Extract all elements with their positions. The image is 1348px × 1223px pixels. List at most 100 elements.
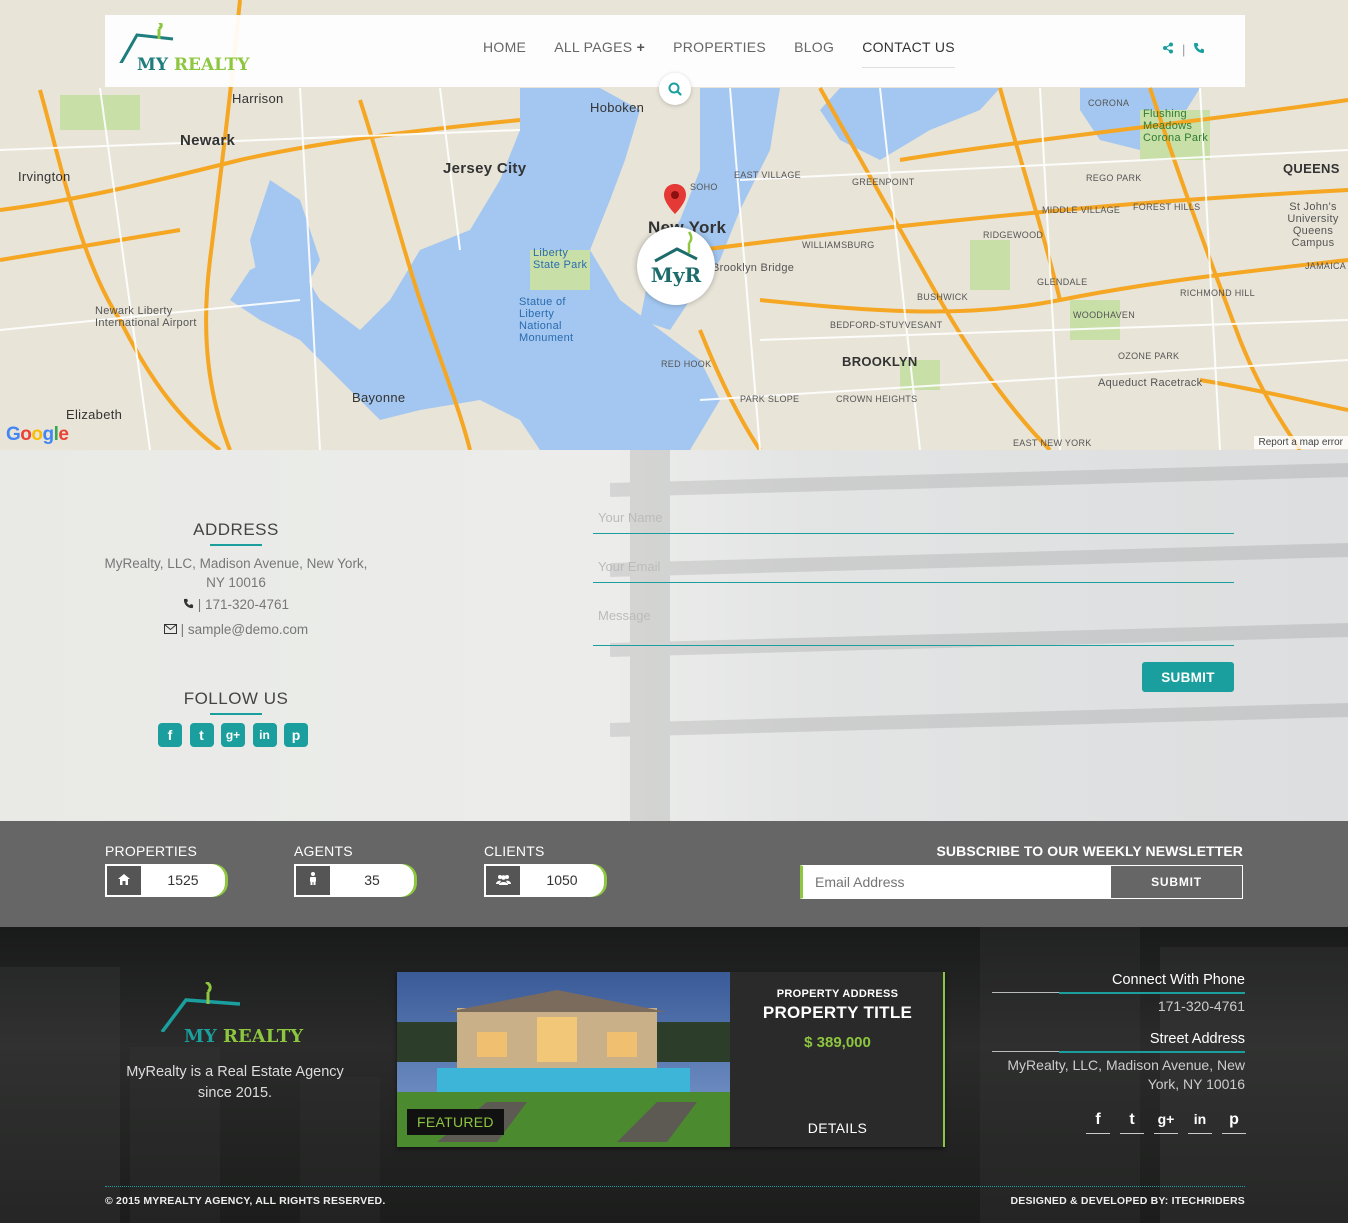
map-label-red-hook: RED HOOK [661, 359, 712, 369]
footer-divider [105, 1186, 1245, 1187]
nav-properties[interactable]: PROPERTIES [673, 39, 766, 68]
street-address-title: Street Address [992, 1031, 1245, 1053]
nav-blog[interactable]: BLOG [794, 39, 834, 68]
map-label-queens: QUEENS [1283, 161, 1340, 176]
share-icon[interactable] [1162, 42, 1174, 54]
map-label-soho: SOHO [690, 182, 718, 192]
map-label-statue: Statue of Liberty National Monument [519, 296, 574, 344]
stat-value: 35 [364, 872, 380, 888]
featured-property-card[interactable]: FEATURED PROPERTY ADDRESS PROPERTY TITLE… [397, 972, 945, 1147]
map-marker-icon[interactable] [664, 184, 686, 214]
user-icon [296, 866, 330, 895]
newsletter-title: SUBSCRIBE TO OUR WEEKLY NEWSLETTER [936, 843, 1243, 859]
footer-description: MyRealty is a Real Estate Agency since 2… [126, 1064, 344, 1101]
map-brand-badge[interactable]: MyR [637, 227, 715, 305]
facebook-icon[interactable]: f [1086, 1111, 1110, 1134]
developer-credit[interactable]: DESIGNED & DEVELOPED BY: ITECHRIDERS [1010, 1195, 1245, 1207]
map-label-bushwick: BUSHWICK [917, 292, 968, 302]
contact-phone-text: | 171-320-4761 [197, 597, 290, 612]
stat-box: 35 [294, 864, 414, 897]
pinterest-icon[interactable]: p [284, 723, 308, 747]
twitter-icon[interactable]: t [189, 723, 214, 747]
address-title: ADDRESS [116, 520, 356, 546]
map-label-ridgewood: RIDGEWOOD [983, 230, 1044, 240]
twitter-icon[interactable]: t [1120, 1111, 1144, 1134]
pinterest-icon[interactable]: p [1222, 1111, 1246, 1134]
map-label-hoboken: Hoboken [590, 100, 645, 115]
newsletter-submit-button[interactable]: SUBMIT [1111, 866, 1242, 898]
map-label-jamaica: JAMAICA [1305, 261, 1347, 271]
contact-section: ADDRESS MyRealty, LLC, Madison Avenue, N… [0, 450, 1348, 821]
map-label-harrison: Harrison [232, 91, 284, 106]
footer-phone: 171-320-4761 [1157, 998, 1245, 1014]
footer-street: MyRealty, LLC, Madison Avenue, New York,… [1007, 1057, 1245, 1092]
stat-agents: AGENTS 35 [294, 843, 414, 897]
footer-logo[interactable]: MY REALTY [160, 982, 310, 1052]
copyright: © 2015 MYREALTY AGENCY, ALL RIGHTS RESER… [105, 1195, 386, 1207]
stat-properties: PROPERTIES 1525 [105, 843, 225, 897]
property-price: $ 389,000 [804, 1034, 871, 1051]
map-label-richmond-hill: RICHMOND HILL [1180, 288, 1255, 298]
message-field[interactable]: Message [593, 608, 1234, 646]
nav-home[interactable]: HOME [483, 39, 526, 68]
map-label-middle-village: MIDDLE VILLAGE [1042, 205, 1121, 215]
map-label-east-new-york: EAST NEW YORK [1013, 438, 1092, 448]
contact-submit-button[interactable]: SUBMIT [1142, 662, 1234, 692]
stat-label: AGENTS [294, 843, 353, 859]
contact-phone: | 171-320-4761 [100, 597, 372, 612]
map-label-bed-stuy: BEDFORD-STUYVESANT [830, 320, 943, 330]
map-label-rego-park: REGO PARK [1086, 173, 1142, 183]
map-label-airport: Newark Liberty International Airport [95, 305, 197, 329]
stat-clients: CLIENTS 1050 [484, 843, 604, 897]
site-logo[interactable]: MY REALTY [115, 23, 255, 83]
nav-contact-us[interactable]: CONTACT US [862, 39, 955, 68]
phone-icon[interactable] [1193, 42, 1205, 54]
map-label-aqueduct: Aqueduct Racetrack [1098, 377, 1203, 389]
footer-address-block: Street Address MyRealty, LLC, Madison Av… [992, 1031, 1245, 1094]
header-icons: | [1162, 42, 1205, 57]
stats-bar: PROPERTIES 1525 AGENTS 35 CLIENTS 1050 S… [0, 821, 1348, 927]
stat-box: 1050 [484, 864, 604, 897]
map-label-bayonne: Bayonne [352, 390, 406, 405]
email-field[interactable]: Your Email [593, 559, 1234, 583]
google-logo[interactable]: Google [6, 424, 69, 446]
map-label-elizabeth: Elizabeth [66, 407, 123, 422]
report-map-error-link[interactable]: Report a map error [1253, 436, 1348, 449]
newsletter-form: SUBMIT [800, 865, 1243, 899]
contact-email-text[interactable]: | sample@demo.com [181, 622, 309, 637]
header-icons-separator: | [1181, 42, 1186, 57]
map-label-ozone-park: OZONE PARK [1118, 351, 1180, 361]
stat-value: 1525 [167, 872, 199, 888]
home-icon [107, 866, 141, 895]
map-label-greenpoint: GREENPOINT [852, 177, 915, 187]
stat-value: 1050 [546, 872, 578, 888]
google-plus-icon[interactable]: g+ [221, 723, 245, 747]
google-plus-icon[interactable]: g+ [1154, 1111, 1178, 1134]
property-details-link[interactable]: DETAILS [730, 1120, 945, 1136]
featured-info: PROPERTY ADDRESS PROPERTY TITLE $ 389,00… [730, 972, 945, 1147]
linkedin-icon[interactable]: in [1188, 1111, 1212, 1134]
map-label-irvington: Irvington [18, 169, 71, 184]
site-footer: MY REALTY MyRealty is a Real Estate Agen… [0, 927, 1348, 1223]
property-title[interactable]: PROPERTY TITLE [730, 1003, 945, 1023]
address-text: MyRealty, LLC, Madison Avenue, New York,… [104, 556, 368, 590]
linkedin-icon[interactable]: in [252, 723, 277, 747]
map-label-flushing: Flushing Meadows Corona Park [1143, 108, 1209, 144]
contact-email: | sample@demo.com [100, 622, 372, 637]
newsletter-email-input[interactable] [803, 866, 1111, 898]
nav-all-pages[interactable]: ALL PAGES + [554, 39, 645, 68]
map-label-newark: Newark [180, 132, 236, 149]
plus-icon: + [636, 39, 646, 55]
search-button[interactable] [659, 73, 691, 105]
name-field[interactable]: Your Name [593, 510, 1234, 534]
map-label-corona: CORONA [1088, 98, 1130, 108]
map-label-forest-hills: FOREST HILLS [1133, 202, 1201, 212]
map-label-glendale: GLENDALE [1037, 277, 1088, 287]
users-icon [486, 866, 520, 895]
stat-label: CLIENTS [484, 843, 545, 859]
map-label-williamsburg: WILLIAMSBURG [802, 240, 875, 250]
stat-label: PROPERTIES [105, 843, 197, 859]
map-label-liberty-park: Liberty State Park [533, 247, 588, 271]
facebook-icon[interactable]: f [158, 723, 182, 747]
logo-house-icon [160, 982, 241, 1032]
